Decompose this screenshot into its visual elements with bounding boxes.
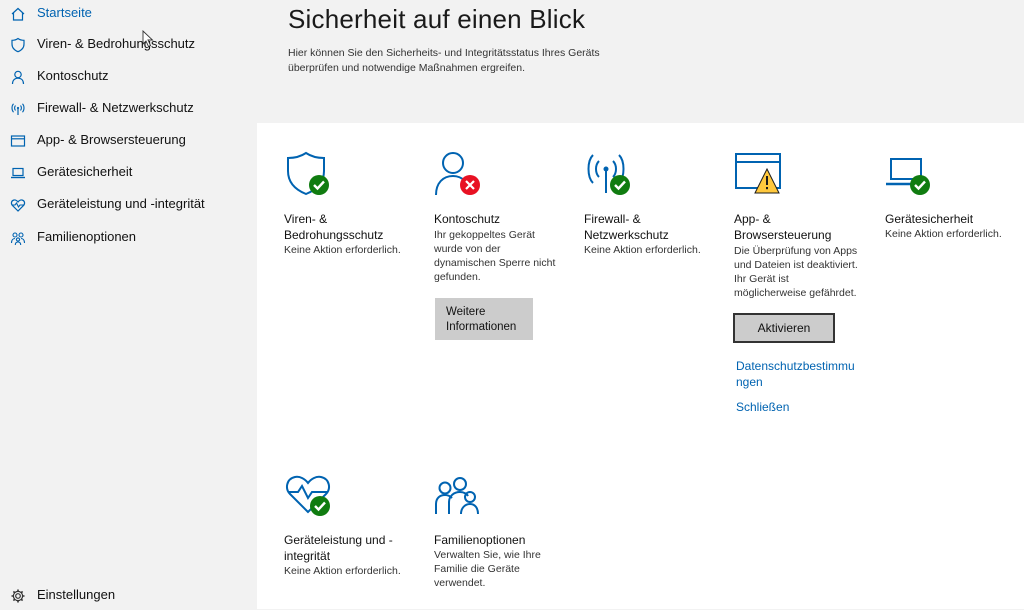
more-info-button[interactable]: Weitere Informationen: [435, 298, 533, 340]
sidebar-item-label: Familienoptionen: [37, 229, 137, 244]
shield-ok-icon: [287, 151, 329, 196]
sidebar-item-label: Kontoschutz: [37, 68, 109, 83]
tile-firewall-desc: Keine Aktion erforderlich.: [584, 244, 701, 256]
tile-account-desc: Ihr gekoppeltes Gerät wurde von der dyna…: [434, 229, 556, 283]
family-icon: [435, 477, 479, 515]
mouse-cursor-icon: [142, 30, 154, 48]
antenna-icon: [11, 103, 25, 115]
activate-button[interactable]: Aktivieren: [733, 313, 835, 343]
heart-pulse-icon: [10, 199, 26, 212]
sidebar-item-device-performance[interactable]: Geräteleistung und -integrität: [0, 191, 257, 219]
tile-family-desc: Verwalten Sie, wie Ihre Familie die Gerä…: [434, 549, 541, 589]
tile-performance-desc: Keine Aktion erforderlich.: [284, 565, 401, 577]
sidebar-item-label: Einstellungen: [37, 587, 116, 602]
tile-account-title: Kontoschutz: [434, 212, 501, 226]
tile-virus-title: Viren- & Bedrohungsschutz: [284, 212, 384, 242]
page-description: Hier können Sie den Sicherheits- und Int…: [288, 47, 600, 74]
tile-app-title: App- & Browsersteuerung: [734, 212, 832, 242]
shield-icon: [11, 37, 25, 53]
sidebar-item-settings[interactable]: Einstellungen: [0, 582, 257, 610]
antenna-ok-icon: [587, 154, 630, 195]
heart-pulse-ok-icon: [286, 475, 330, 516]
laptop-icon: [11, 167, 25, 179]
sidebar-item-label: Firewall- & Netzwerkschutz: [37, 100, 194, 115]
tile-device-title: Gerätesicherheit: [885, 212, 974, 226]
sidebar-item-label: Viren- & Bedrohungsschutz: [37, 36, 196, 51]
family-icon: [10, 232, 26, 246]
sidebar-item-label: App- & Browsersteuerung: [37, 132, 186, 147]
sidebar-item-account-protection[interactable]: Kontoschutz: [0, 63, 257, 91]
tile-virus-desc: Keine Aktion erforderlich.: [284, 244, 401, 256]
privacy-link[interactable]: Datenschutzbestimmungen: [736, 358, 861, 390]
home-icon: [11, 7, 25, 21]
browser-warning-icon: [735, 153, 781, 194]
sidebar-item-virus-protection[interactable]: Viren- & Bedrohungsschutz: [0, 31, 257, 59]
sidebar-item-label: Startseite: [37, 5, 92, 20]
laptop-ok-icon: [886, 158, 930, 195]
tile-performance-title: Geräteleistung und -integrität: [284, 533, 393, 563]
browser-window-icon: [10, 135, 26, 147]
page-title: Sicherheit auf einen Blick: [288, 4, 586, 34]
gear-icon: [11, 589, 25, 603]
sidebar-item-label: Geräteleistung und -integrität: [37, 196, 205, 211]
sidebar-item-device-security[interactable]: Gerätesicherheit: [0, 159, 257, 187]
close-link[interactable]: Schließen: [736, 399, 789, 415]
sidebar-item-firewall[interactable]: Firewall- & Netzwerkschutz: [0, 95, 257, 123]
sidebar-item-label: Gerätesicherheit: [37, 164, 133, 179]
tile-device-desc: Keine Aktion erforderlich.: [885, 228, 1002, 240]
sidebar-item-app-browser[interactable]: App- & Browsersteuerung: [0, 127, 257, 155]
person-icon: [11, 70, 25, 85]
sidebar-item-family-options[interactable]: Familienoptionen: [0, 224, 257, 252]
tile-app-desc: Die Überprüfung von Apps und Dateien ist…: [734, 245, 858, 299]
tile-firewall-title: Firewall- & Netzwerkschutz: [584, 212, 669, 242]
tile-family-title: Familienoptionen: [434, 533, 526, 547]
sidebar: Startseite Viren- & Bedrohungsschutz Kon…: [0, 0, 257, 609]
sidebar-item-home[interactable]: Startseite: [0, 0, 257, 28]
person-error-icon: [435, 152, 480, 196]
